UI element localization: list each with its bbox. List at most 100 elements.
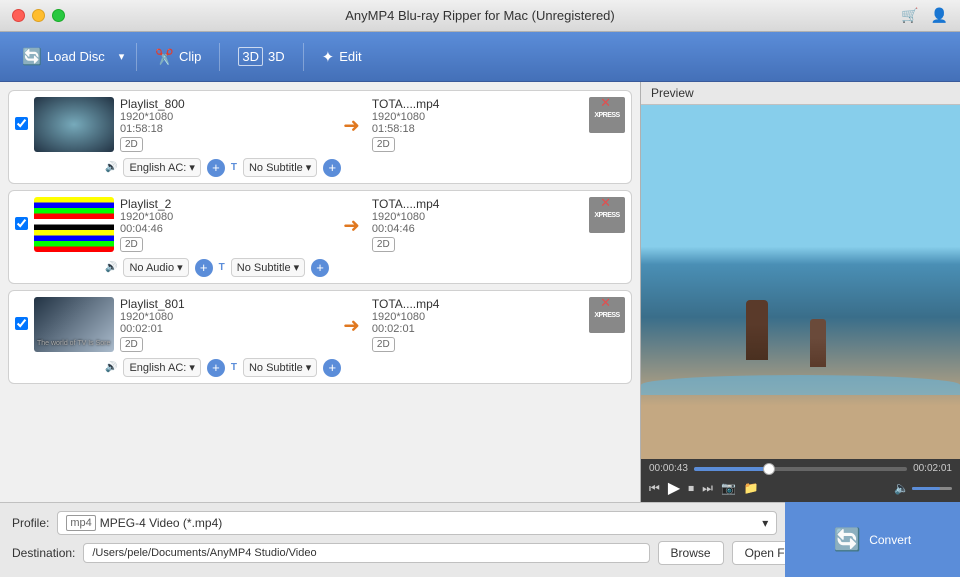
item-1-res: 1920*1080 xyxy=(120,111,331,123)
maximize-button[interactable] xyxy=(52,9,65,22)
item-1-subtitle-value: No Subtitle xyxy=(249,162,303,174)
item-3-subtitle-select[interactable]: No Subtitle ▾ xyxy=(243,358,317,377)
playlist-item-3: ✕ ⌄ The world of TV Is Sore Playlist_801… xyxy=(8,290,632,384)
chevron-down-icon-sub-3: ▾ xyxy=(306,361,312,374)
edit-label: Edit xyxy=(339,49,361,64)
water-wave xyxy=(641,375,960,395)
load-disc-group: 🔄 Load Disc ▾ xyxy=(12,42,128,72)
item-3-audio-select[interactable]: English AC: ▾ xyxy=(123,358,200,377)
close-item-2[interactable]: ✕ xyxy=(600,195,611,211)
3d-button[interactable]: 3D 3D xyxy=(228,42,294,71)
close-item-1[interactable]: ✕ xyxy=(600,95,611,111)
preview-buttons: ⏮ ▶ ⏹ ⏭ 📷 📁 🔈 xyxy=(649,478,952,498)
item-1-audio-select[interactable]: English AC: ▾ xyxy=(123,158,200,177)
folder-button[interactable]: 📁 xyxy=(744,481,759,495)
item-3-row2: 🔊 English AC: ▾ + T No Subtitle ▾ + xyxy=(105,358,625,377)
item-3-output-res: 1920*1080 xyxy=(372,311,583,323)
user-icon[interactable]: 👤 xyxy=(931,7,948,24)
item-2-add-subtitle[interactable]: + xyxy=(311,259,329,277)
item-2-2d-badge: 2D xyxy=(120,237,143,252)
speaker-icon-1: 🔊 xyxy=(105,162,117,173)
item-1-add-subtitle[interactable]: + xyxy=(323,159,341,177)
item-2-thumbnail xyxy=(34,197,114,252)
item-2-output-res: 1920*1080 xyxy=(372,211,583,223)
item-3-checkbox[interactable] xyxy=(15,317,28,330)
skip-start-button[interactable]: ⏮ xyxy=(649,481,660,496)
preview-panel: Preview 00:00:43 00:02:01 ⏮ ▶ xyxy=(640,82,960,502)
load-disc-button[interactable]: 🔄 Load Disc xyxy=(12,42,115,72)
edit-button[interactable]: ✦ Edit xyxy=(312,43,372,71)
item-1-info: Playlist_800 1920*1080 01:58:18 2D xyxy=(120,97,331,154)
item-3-add-audio[interactable]: + xyxy=(207,359,225,377)
item-1-checkbox[interactable] xyxy=(15,117,28,130)
close-button[interactable] xyxy=(12,9,25,22)
cart-icon[interactable]: 🛒 xyxy=(901,7,918,24)
dest-input[interactable] xyxy=(83,543,649,563)
item-1-audio-value: English AC: xyxy=(129,162,186,174)
mpeg-icon: mp4 xyxy=(66,515,95,531)
expand-item-1[interactable]: ⌄ xyxy=(618,95,627,108)
disc-icon: 🔄 xyxy=(22,47,42,67)
item-2-output: TOTA....mp4 1920*1080 00:04:46 2D xyxy=(372,197,583,254)
item-2-audio-select[interactable]: No Audio ▾ xyxy=(123,258,188,277)
clip-button[interactable]: ✂️ Clip xyxy=(145,43,211,71)
divider-3 xyxy=(303,43,304,71)
timeline-bar[interactable] xyxy=(694,467,907,471)
item-1-name: Playlist_800 xyxy=(120,97,331,111)
timeline-thumb xyxy=(763,463,775,475)
chevron-down-icon-profile: ▾ xyxy=(762,516,768,530)
volume-bar[interactable] xyxy=(912,487,952,490)
convert-label: Convert xyxy=(869,533,911,547)
item-1-subtitle-select[interactable]: No Subtitle ▾ xyxy=(243,158,317,177)
item-3-add-subtitle[interactable]: + xyxy=(323,359,341,377)
item-1-add-audio[interactable]: + xyxy=(207,159,225,177)
item-2-row1: Playlist_2 1920*1080 00:04:46 2D ➜ TOTA.… xyxy=(15,197,625,254)
playlist-panel: ✕ ⌄ Playlist_800 1920*1080 01:58:18 2D ➜… xyxy=(0,82,640,502)
convert-button[interactable]: 🔄 Convert xyxy=(834,527,911,553)
convert-section[interactable]: 🔄 Convert xyxy=(785,502,960,577)
stop-button[interactable]: ⏹ xyxy=(688,481,694,496)
item-1-row2: 🔊 English AC: ▾ + T No Subtitle ▾ + xyxy=(105,158,625,177)
clip-label: Clip xyxy=(179,49,201,64)
figure-2 xyxy=(810,319,826,367)
titlebar: AnyMP4 Blu-ray Ripper for Mac (Unregiste… xyxy=(0,0,960,32)
t-icon-1: T xyxy=(231,162,237,173)
item-3-duration: 00:02:01 xyxy=(120,323,331,335)
screenshot-button[interactable]: 📷 xyxy=(721,481,736,495)
chevron-down-icon-audio-2: ▾ xyxy=(177,261,183,274)
item-1-row1: Playlist_800 1920*1080 01:58:18 2D ➜ TOT… xyxy=(15,97,625,154)
preview-video xyxy=(641,105,960,459)
playlist-item-1: ✕ ⌄ Playlist_800 1920*1080 01:58:18 2D ➜… xyxy=(8,90,632,184)
load-disc-dropdown[interactable]: ▾ xyxy=(115,48,129,65)
profile-select[interactable]: mp4 MPEG-4 Video (*.mp4) ▾ xyxy=(57,511,777,535)
playlist-item-2: ✕ ⌄ Playlist_2 1920*1080 00:04:46 2D ➜ T… xyxy=(8,190,632,284)
app-title: AnyMP4 Blu-ray Ripper for Mac (Unregiste… xyxy=(345,8,614,23)
expand-item-3[interactable]: ⌄ xyxy=(618,295,627,308)
load-disc-label: Load Disc xyxy=(47,49,105,64)
item-1-2d-badge: 2D xyxy=(120,137,143,152)
item-2-add-audio[interactable]: + xyxy=(195,259,213,277)
skip-end-button[interactable]: ⏭ xyxy=(702,481,713,496)
item-2-subtitle-select[interactable]: No Subtitle ▾ xyxy=(231,258,305,277)
item-2-res: 1920*1080 xyxy=(120,211,331,223)
item-2-name: Playlist_2 xyxy=(120,197,331,211)
minimize-button[interactable] xyxy=(32,9,45,22)
scissors-icon: ✂️ xyxy=(155,48,174,66)
item-3-audio-value: English AC: xyxy=(129,362,186,374)
play-button[interactable]: ▶ xyxy=(668,478,680,498)
item-3-output-name: TOTA....mp4 xyxy=(372,297,583,311)
item-3-output-2d-badge: 2D xyxy=(372,337,395,352)
item-2-checkbox[interactable] xyxy=(15,217,28,230)
item-3-res: 1920*1080 xyxy=(120,311,331,323)
figure-1 xyxy=(746,300,768,360)
item-2-row2: 🔊 No Audio ▾ + T No Subtitle ▾ + xyxy=(105,258,625,277)
expand-item-2[interactable]: ⌄ xyxy=(618,195,627,208)
volume-icon: 🔈 xyxy=(894,481,909,495)
close-item-3[interactable]: ✕ xyxy=(600,295,611,311)
item-1-output-res: 1920*1080 xyxy=(372,111,583,123)
browse-button[interactable]: Browse xyxy=(658,541,724,565)
t-icon-3: T xyxy=(231,362,237,373)
3d-label: 3D xyxy=(268,49,285,64)
item-3-info: Playlist_801 1920*1080 00:02:01 2D xyxy=(120,297,331,354)
chevron-down-icon-sub-2: ▾ xyxy=(294,261,300,274)
